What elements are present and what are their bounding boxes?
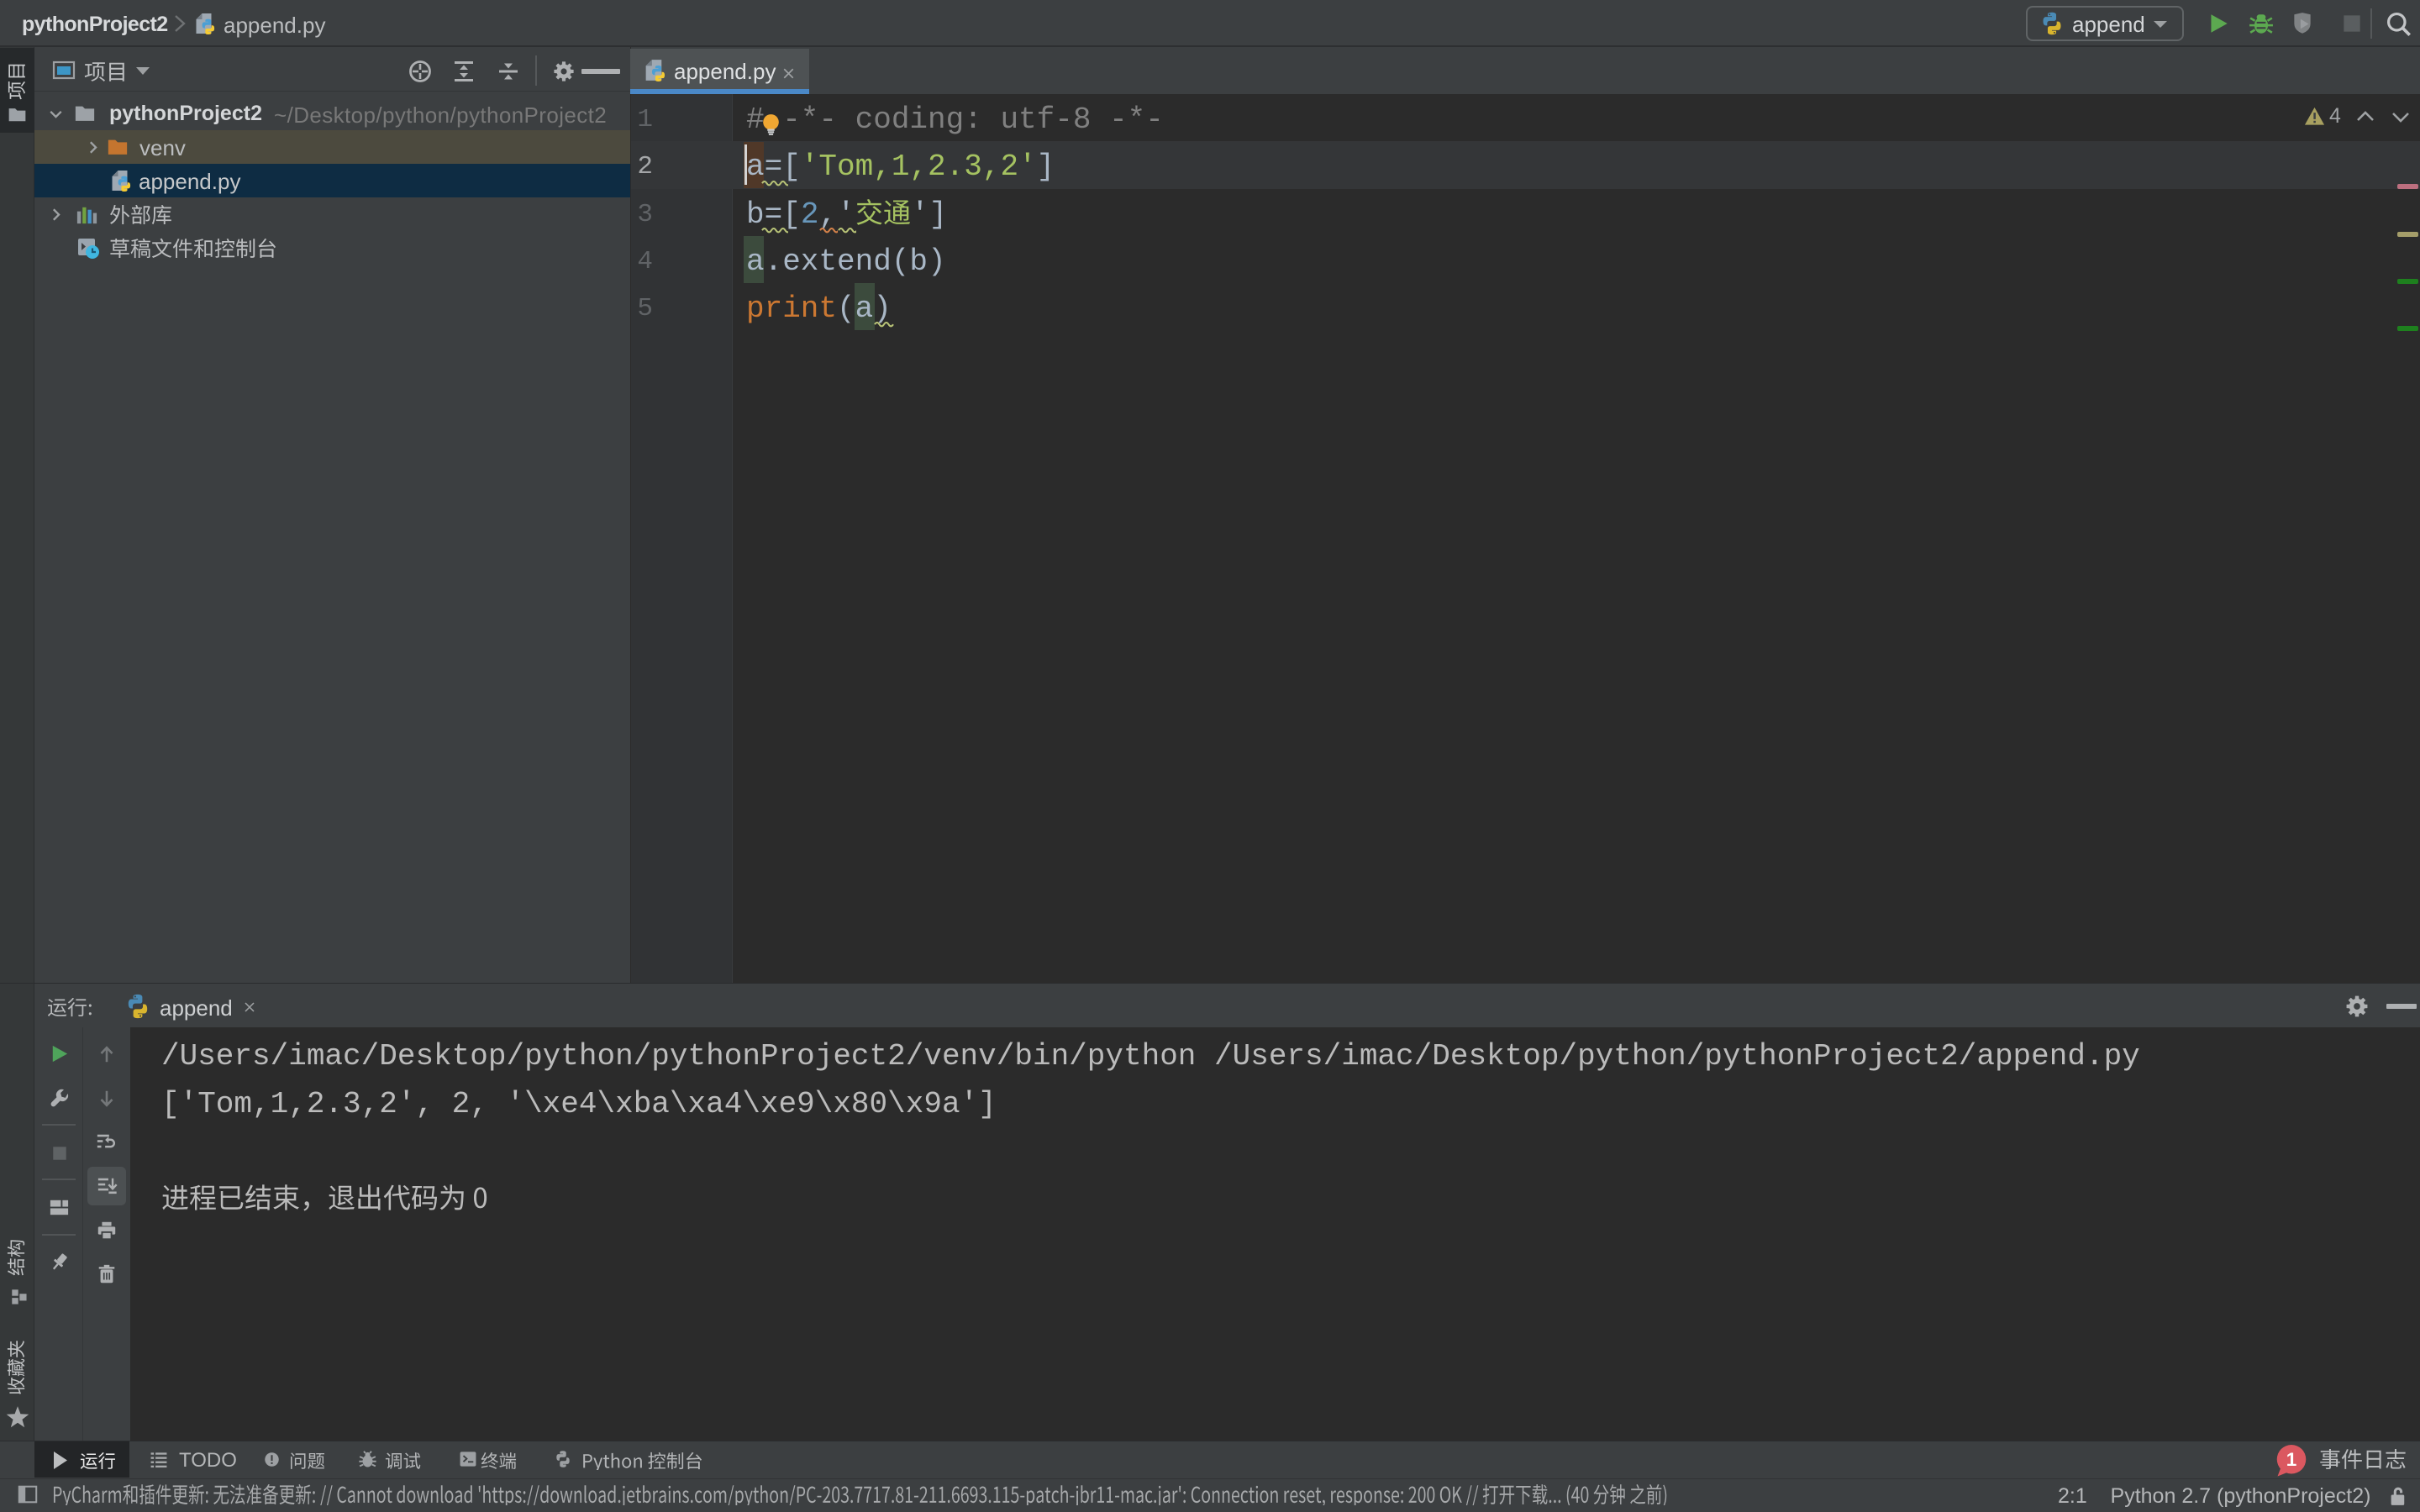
svg-text:1: 1: [2286, 1449, 2297, 1470]
